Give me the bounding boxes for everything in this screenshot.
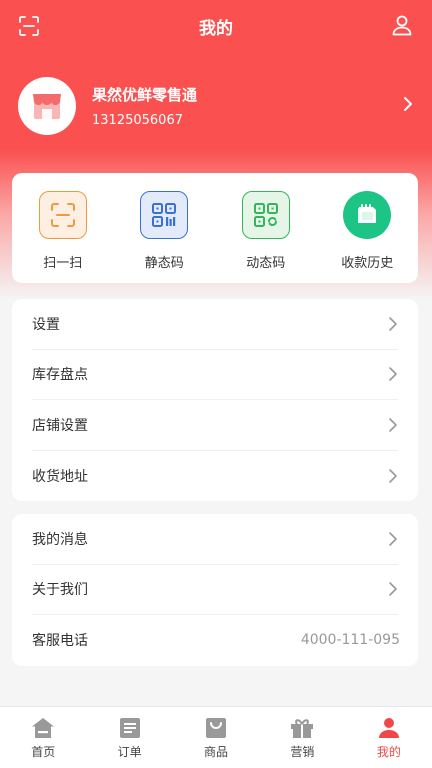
- menu-item-label: 店铺设置: [32, 417, 88, 434]
- tab-label: 订单: [117, 745, 142, 759]
- tab-label: 营销: [290, 745, 315, 759]
- dynamic-qr-icon: [241, 191, 290, 239]
- tab-orders[interactable]: 订单: [86, 707, 172, 768]
- quick-action-label: 静态码: [144, 256, 184, 271]
- tab-label: 商品: [204, 745, 229, 759]
- tab-label: 我的: [376, 745, 401, 759]
- store-icon: [33, 94, 61, 119]
- menu-item-settings[interactable]: 设置: [32, 299, 398, 350]
- quick-action-scan[interactable]: 扫一扫: [18, 191, 108, 271]
- chevron-right-icon: [389, 468, 397, 483]
- quick-action-label: 扫一扫: [43, 256, 83, 271]
- chevron-right-icon: [389, 316, 397, 331]
- profile-row[interactable]: 果然优鲜零售通 13125056067: [18, 76, 418, 136]
- gift-icon: [291, 719, 314, 738]
- profile-name: 果然优鲜零售通: [92, 86, 198, 104]
- tab-home[interactable]: 首页: [0, 707, 86, 768]
- menu-item-label: 我的消息: [32, 531, 88, 548]
- order-icon: [119, 718, 140, 738]
- quick-action-payment-history[interactable]: 收款历史: [322, 191, 412, 271]
- avatar: [18, 77, 76, 135]
- scan-icon[interactable]: [18, 15, 40, 37]
- menu-item-label: 库存盘点: [32, 367, 88, 384]
- product-bag-icon: [206, 718, 227, 738]
- user-icon: [378, 718, 399, 738]
- menu-item-store-settings[interactable]: 店铺设置: [32, 400, 398, 451]
- static-qr-icon: [140, 191, 189, 239]
- menu-item-shipping-address[interactable]: 收货地址: [32, 451, 398, 502]
- quick-action-label: 动态码: [246, 256, 286, 271]
- quick-action-static-qr[interactable]: 静态码: [119, 191, 209, 271]
- settings-menu-card: 设置 库存盘点 店铺设置 收货地址: [12, 299, 418, 501]
- scan-icon: [38, 191, 87, 239]
- bottom-tab-bar: 首页 订单 商品 营销 我的: [0, 706, 432, 768]
- customer-service-phone[interactable]: 4000-111-095: [301, 632, 400, 648]
- quick-actions-card: 扫一扫 静态码 动态码 收款历史: [12, 173, 418, 283]
- menu-item-messages[interactable]: 我的消息: [32, 514, 398, 565]
- profile-phone: 13125056067: [92, 113, 183, 128]
- chevron-right-icon: [389, 367, 397, 382]
- chevron-right-icon: [389, 582, 397, 597]
- menu-item-label: 客服电话: [32, 633, 88, 650]
- quick-action-dynamic-qr[interactable]: 动态码: [221, 191, 311, 271]
- chevron-right-icon: [404, 97, 412, 111]
- quick-action-label: 收款历史: [341, 256, 394, 271]
- chevron-right-icon: [389, 531, 397, 546]
- tab-mine[interactable]: 我的: [346, 707, 432, 768]
- menu-item-label: 关于我们: [32, 582, 88, 599]
- info-menu-card: 我的消息 关于我们 客服电话 4000-111-095: [12, 514, 418, 666]
- payment-history-icon: [343, 191, 392, 239]
- menu-item-label: 收货地址: [32, 468, 88, 485]
- menu-item-inventory[interactable]: 库存盘点: [32, 350, 398, 400]
- chevron-right-icon: [389, 417, 397, 432]
- user-profile-icon[interactable]: [390, 13, 414, 37]
- home-icon: [32, 718, 55, 738]
- top-bar: 我的: [0, 0, 432, 52]
- tab-marketing[interactable]: 营销: [259, 707, 345, 768]
- menu-item-customer-service[interactable]: 客服电话 4000-111-095: [32, 615, 400, 666]
- page-title: 我的: [199, 18, 233, 39]
- menu-item-label: 设置: [32, 316, 60, 333]
- menu-item-about-us[interactable]: 关于我们: [32, 565, 398, 615]
- tab-products[interactable]: 商品: [173, 707, 259, 768]
- tab-label: 首页: [31, 745, 56, 759]
